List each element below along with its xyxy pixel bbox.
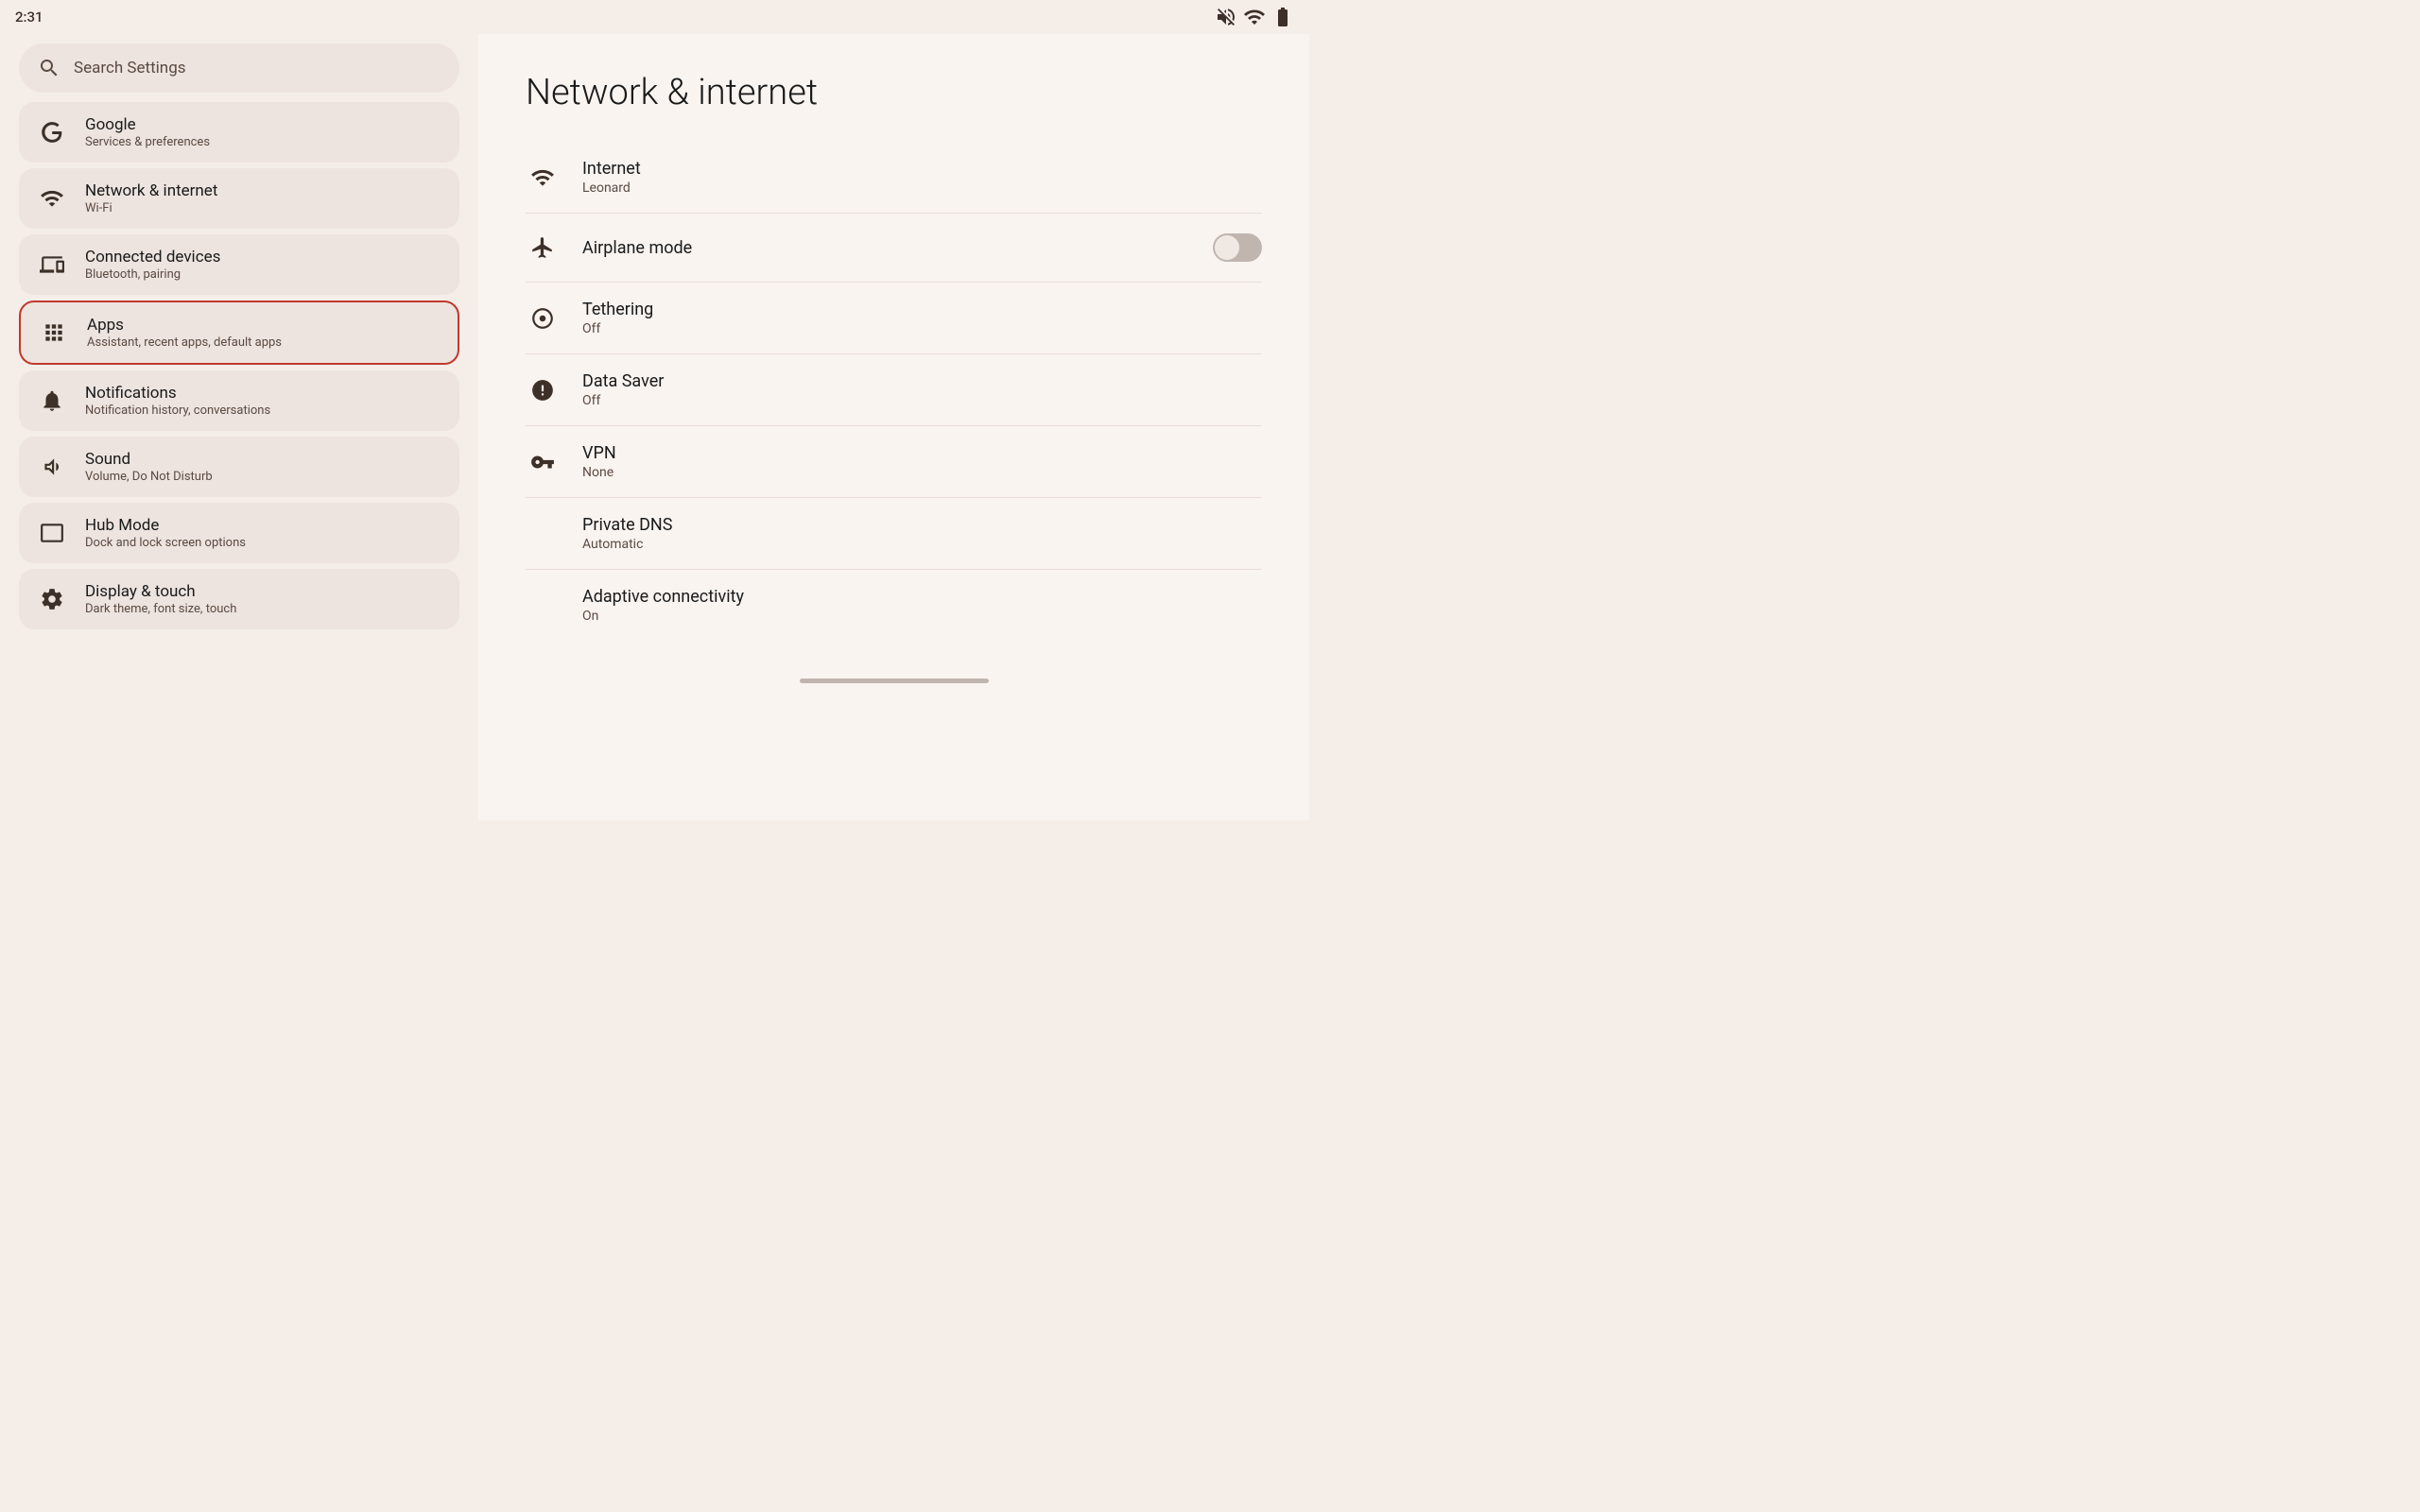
- sidebar-item-network-subtitle: Wi-Fi: [85, 201, 217, 215]
- sidebar-item-apps-title: Apps: [87, 316, 282, 335]
- sidebar-item-google[interactable]: Google Services & preferences: [19, 102, 459, 163]
- sidebar-item-network-text: Network & internet Wi-Fi: [85, 181, 217, 215]
- apps-icon: [38, 317, 70, 349]
- search-icon: [38, 57, 60, 79]
- adaptive-title: Adaptive connectivity: [582, 587, 1262, 607]
- vpn-text: VPN None: [582, 443, 1262, 480]
- private-dns-subtitle: Automatic: [582, 537, 1262, 552]
- battery-icon: [1271, 6, 1294, 28]
- tethering-icon: [526, 301, 560, 335]
- sidebar-item-google-subtitle: Services & preferences: [85, 135, 210, 149]
- sidebar-item-google-title: Google: [85, 115, 210, 134]
- sidebar-item-connected-subtitle: Bluetooth, pairing: [85, 267, 220, 282]
- data-saver-icon: [526, 373, 560, 407]
- content-item-internet[interactable]: Internet Leonard: [526, 142, 1262, 214]
- sidebar-item-display-title: Display & touch: [85, 582, 236, 601]
- sidebar-item-apps[interactable]: Apps Assistant, recent apps, default app…: [19, 301, 459, 365]
- airplane-icon: [526, 231, 560, 265]
- google-icon: [36, 116, 68, 148]
- status-time: 2:31: [15, 9, 43, 26]
- wifi-icon: [36, 182, 68, 215]
- sidebar-item-sound-title: Sound: [85, 450, 213, 469]
- sidebar-item-connected-devices[interactable]: Connected devices Bluetooth, pairing: [19, 234, 459, 295]
- data-saver-subtitle: Off: [582, 393, 1262, 408]
- sidebar-item-connected-text: Connected devices Bluetooth, pairing: [85, 248, 220, 282]
- internet-subtitle: Leonard: [582, 180, 1262, 196]
- sidebar-item-hub-mode[interactable]: Hub Mode Dock and lock screen options: [19, 503, 459, 563]
- display-icon: [36, 583, 68, 615]
- devices-icon: [36, 249, 68, 281]
- vpn-icon: [526, 445, 560, 479]
- adaptive-subtitle: On: [582, 609, 1262, 624]
- sidebar-item-display-subtitle: Dark theme, font size, touch: [85, 602, 236, 616]
- sidebar-item-sound-text: Sound Volume, Do Not Disturb: [85, 450, 213, 484]
- content-item-tethering[interactable]: Tethering Off: [526, 283, 1262, 354]
- sidebar-item-hub-title: Hub Mode: [85, 516, 246, 535]
- sidebar: Search Settings Google Services & prefer…: [0, 34, 478, 820]
- search-bar[interactable]: Search Settings: [19, 43, 459, 93]
- main-layout: Search Settings Google Services & prefer…: [0, 34, 1309, 820]
- content-item-data-saver[interactable]: Data Saver Off: [526, 354, 1262, 426]
- search-bar-text: Search Settings: [74, 59, 186, 77]
- sidebar-item-network[interactable]: Network & internet Wi-Fi: [19, 168, 459, 229]
- sidebar-item-notifications-text: Notifications Notification history, conv…: [85, 384, 270, 418]
- sidebar-item-hub-subtitle: Dock and lock screen options: [85, 536, 246, 550]
- sidebar-item-apps-text: Apps Assistant, recent apps, default app…: [87, 316, 282, 350]
- sidebar-item-apps-subtitle: Assistant, recent apps, default apps: [87, 335, 282, 350]
- sidebar-item-display[interactable]: Display & touch Dark theme, font size, t…: [19, 569, 459, 629]
- content-title: Network & internet: [526, 72, 1262, 113]
- content-item-airplane[interactable]: Airplane mode: [526, 214, 1262, 283]
- notifications-icon: [36, 385, 68, 417]
- scroll-indicator: [800, 679, 989, 683]
- airplane-toggle-knob: [1215, 235, 1239, 260]
- vpn-subtitle: None: [582, 465, 1262, 480]
- vpn-title: VPN: [582, 443, 1262, 463]
- airplane-title: Airplane mode: [582, 238, 1190, 258]
- content-item-private-dns[interactable]: Private DNS Automatic: [526, 498, 1262, 570]
- internet-title: Internet: [582, 159, 1262, 179]
- wifi-status-icon: [1243, 6, 1266, 28]
- sidebar-item-notifications-title: Notifications: [85, 384, 270, 403]
- private-dns-title: Private DNS: [582, 515, 1262, 535]
- internet-text: Internet Leonard: [582, 159, 1262, 196]
- sidebar-item-hub-text: Hub Mode Dock and lock screen options: [85, 516, 246, 550]
- sidebar-item-google-text: Google Services & preferences: [85, 115, 210, 149]
- hub-icon: [36, 517, 68, 549]
- tethering-subtitle: Off: [582, 321, 1262, 336]
- tethering-title: Tethering: [582, 300, 1262, 319]
- status-bar: 2:31: [0, 0, 1309, 34]
- airplane-text: Airplane mode: [582, 238, 1190, 258]
- content-panel: Network & internet Internet Leonard Airp…: [478, 34, 1309, 820]
- internet-wifi-icon: [526, 161, 560, 195]
- content-item-vpn[interactable]: VPN None: [526, 426, 1262, 498]
- sidebar-item-sound[interactable]: Sound Volume, Do Not Disturb: [19, 437, 459, 497]
- airplane-toggle[interactable]: [1213, 233, 1262, 262]
- sidebar-item-display-text: Display & touch Dark theme, font size, t…: [85, 582, 236, 616]
- sidebar-item-sound-subtitle: Volume, Do Not Disturb: [85, 470, 213, 484]
- sidebar-item-connected-title: Connected devices: [85, 248, 220, 266]
- status-icons: [1215, 6, 1294, 28]
- sidebar-item-notifications[interactable]: Notifications Notification history, conv…: [19, 370, 459, 431]
- data-saver-text: Data Saver Off: [582, 371, 1262, 408]
- sidebar-item-network-title: Network & internet: [85, 181, 217, 200]
- data-saver-title: Data Saver: [582, 371, 1262, 391]
- sidebar-item-notifications-subtitle: Notification history, conversations: [85, 404, 270, 418]
- mute-icon: [1215, 6, 1237, 28]
- tethering-text: Tethering Off: [582, 300, 1262, 336]
- content-item-adaptive[interactable]: Adaptive connectivity On: [526, 570, 1262, 641]
- sound-icon: [36, 451, 68, 483]
